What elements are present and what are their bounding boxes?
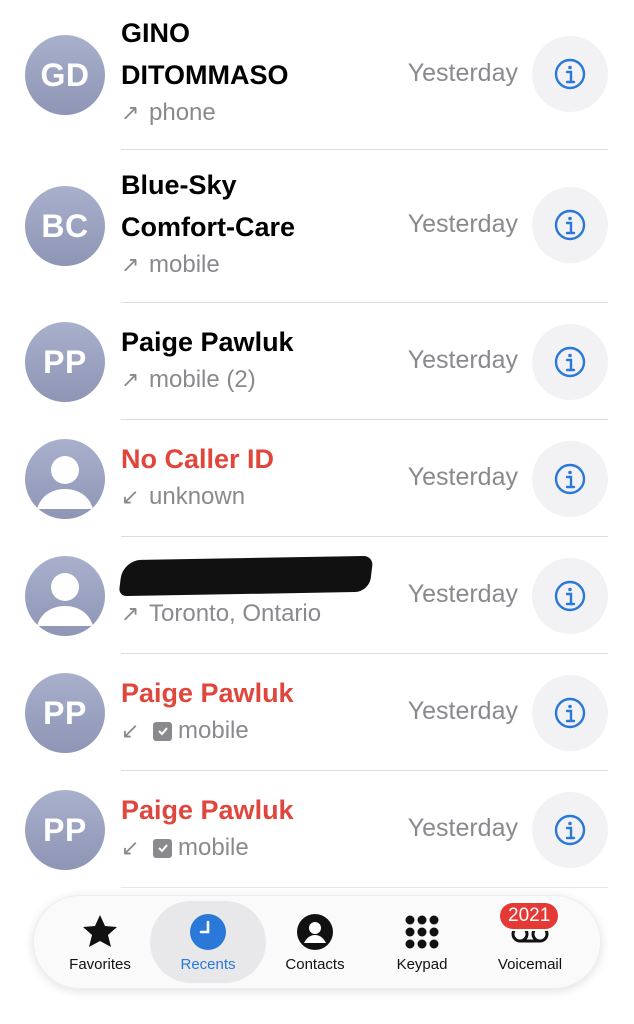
avatar: PP: [25, 790, 105, 870]
info-icon: [554, 209, 586, 241]
person-silhouette-icon: [37, 573, 93, 626]
tab-favorites[interactable]: Favorites: [55, 895, 145, 989]
avatar: BC: [25, 186, 105, 266]
person-circle-icon: [297, 913, 333, 950]
info-icon: [554, 814, 586, 846]
contact-name: Blue-Sky: [121, 170, 237, 200]
outgoing-arrow-icon: ↗: [121, 252, 140, 277]
info-icon: [554, 463, 586, 495]
tab-label: Contacts: [285, 955, 345, 973]
info-icon: [554, 346, 586, 378]
call-label: mobile (2): [149, 366, 256, 393]
call-row[interactable]: GD GINO DITOMMASO ↗ phone Yesterday: [0, 0, 634, 150]
star-icon: [83, 914, 117, 947]
call-label: Toronto, Ontario: [149, 600, 322, 627]
tab-keypad[interactable]: Keypad: [377, 895, 467, 989]
info-icon: [554, 58, 586, 90]
call-time: Yesterday: [407, 59, 518, 87]
info-icon: [554, 580, 586, 612]
avatar: PP: [25, 322, 105, 402]
info-button[interactable]: [532, 441, 608, 517]
info-button[interactable]: [532, 792, 608, 868]
call-time: Yesterday: [407, 697, 518, 725]
info-icon: [554, 697, 586, 729]
contact-name: GINO: [121, 18, 191, 48]
contact-name: Paige Pawluk: [121, 795, 294, 825]
checkmark-icon: [153, 838, 172, 858]
contact-name: Paige Pawluk: [121, 327, 294, 357]
call-row[interactable]: No Caller ID ↙ unknown Yesterday: [0, 420, 634, 537]
tab-label: Voicemail: [497, 955, 563, 973]
info-button[interactable]: [532, 187, 608, 263]
call-row[interactable]: PP Paige Pawluk ↙ mobile Yesterday: [0, 771, 634, 888]
recents-list: GD GINO DITOMMASO ↗ phone Yesterday BC Bl…: [0, 0, 634, 888]
call-row[interactable]: BC Blue-Sky Comfort-Care ↗ mobile Yesterd…: [0, 150, 634, 303]
call-label: unknown: [149, 483, 246, 510]
contact-name: Paige Pawluk: [121, 678, 294, 708]
tab-recents[interactable]: Recents: [163, 895, 253, 989]
call-time: Yesterday: [407, 580, 518, 608]
incoming-arrow-icon: ↙: [121, 484, 140, 509]
outgoing-arrow-icon: ↗: [121, 367, 140, 392]
call-time: Yesterday: [407, 346, 518, 374]
incoming-arrow-icon: ↙: [121, 718, 140, 743]
call-row[interactable]: PP Paige Pawluk ↙ mobile Yesterday: [0, 654, 634, 771]
tab-label: Favorites: [69, 955, 131, 973]
info-button[interactable]: [532, 675, 608, 751]
call-label: phone: [149, 99, 216, 126]
info-button[interactable]: [532, 36, 608, 112]
tab-contacts[interactable]: Contacts: [270, 895, 360, 989]
contact-name: DITOMMASO: [121, 60, 289, 90]
contact-name: Comfort-Care: [121, 212, 296, 242]
person-silhouette-icon: [37, 456, 93, 509]
avatar: [25, 556, 105, 636]
call-label: mobile: [178, 834, 249, 861]
clock-icon: [190, 913, 226, 950]
call-label: mobile: [149, 251, 220, 278]
outgoing-arrow-icon: ↗: [121, 100, 140, 125]
outgoing-arrow-icon: ↗: [121, 601, 140, 626]
avatar: [25, 439, 105, 519]
tab-label: Recents: [180, 955, 236, 973]
redaction-scribble: [118, 555, 374, 597]
call-time: Yesterday: [407, 210, 518, 238]
info-button[interactable]: [532, 558, 608, 634]
voicemail-badge: 2021: [498, 901, 561, 931]
tab-label: Keypad: [396, 955, 448, 973]
call-row[interactable]: PP Paige Pawluk ↗ mobile (2) Yesterday: [0, 303, 634, 420]
incoming-arrow-icon: ↙: [121, 835, 140, 860]
keypad-icon: [405, 915, 439, 948]
call-row[interactable]: ↗ Toronto, Ontario Yesterday: [0, 537, 634, 654]
checkmark-icon: [153, 721, 172, 741]
contact-name: No Caller ID: [121, 444, 275, 474]
info-button[interactable]: [532, 324, 608, 400]
avatar: PP: [25, 673, 105, 753]
call-label: mobile: [178, 717, 249, 744]
call-time: Yesterday: [407, 463, 518, 491]
call-time: Yesterday: [407, 814, 518, 842]
avatar: GD: [25, 35, 105, 115]
